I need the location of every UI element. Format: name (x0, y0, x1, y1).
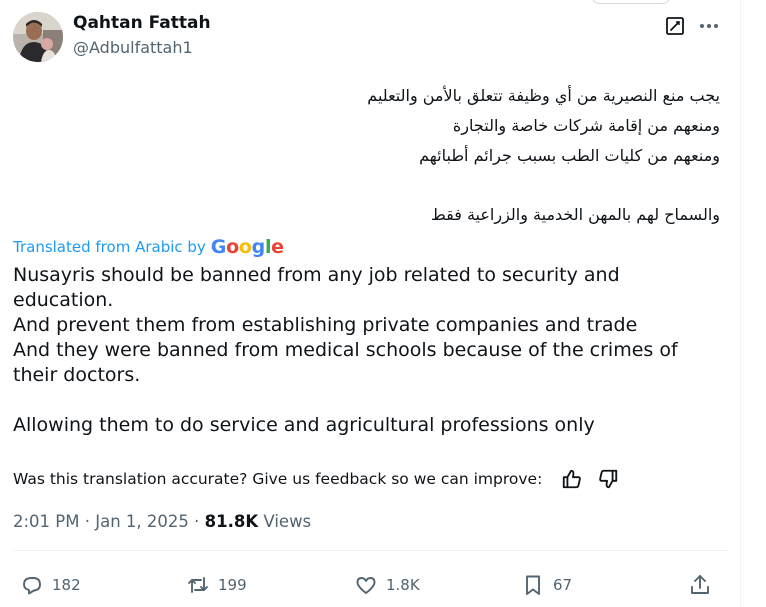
share-icon (691, 575, 709, 594)
repost-icon (188, 577, 208, 593)
heart-icon (356, 577, 376, 594)
tweet-page: Qahtan Fattah @Adbulfattah1 يجب منع النص… (0, 0, 766, 607)
author-handle[interactable]: @Adbulfattah1 (73, 38, 193, 57)
repost-count: 199 (218, 576, 247, 594)
arabic-line: ومنعهم من كليات الطب بسبب جرائم أطبائهم (419, 146, 720, 165)
views-count: 81.8K (204, 512, 259, 531)
translation-line: their doctors. (13, 364, 141, 386)
tweet-time[interactable]: 2:01 PM (13, 512, 79, 531)
grok-icon[interactable] (664, 15, 686, 37)
thumbs-up-icon[interactable] (561, 468, 583, 490)
bookmark-count: 67 (553, 576, 573, 594)
arabic-line: ومنعهم من إقامة شركات خاصة والتجارة (452, 116, 720, 135)
reply-icon (23, 577, 41, 595)
meta-separator: · (84, 512, 90, 531)
translation-feedback-prompt: Was this translation accurate? Give us f… (13, 470, 543, 488)
share-button[interactable] (688, 572, 712, 598)
arabic-line: والسماح لهم بالمهن الخدمية والزراعية فقط (430, 205, 720, 224)
like-count: 1.8K (386, 576, 420, 594)
thumbs-down-icon[interactable] (597, 468, 619, 490)
translated-from-label[interactable]: Translated from Arabic by Google (13, 236, 284, 258)
divider (13, 550, 728, 551)
views-label: Views (263, 512, 312, 531)
avatar-image (13, 12, 63, 62)
translation-line: And prevent them from establishing priva… (13, 314, 638, 336)
repost-button[interactable]: 199 (186, 572, 247, 598)
arabic-line: يجب منع النصيرية من أي وظيفة تتعلق بالأم… (367, 86, 720, 105)
more-dots-icon[interactable] (698, 15, 720, 37)
google-logo: Google (210, 236, 284, 258)
translation-line: Nusayris should be banned from any job r… (13, 264, 620, 286)
bookmark-icon (526, 575, 540, 595)
tweet-date[interactable]: Jan 1, 2025 (95, 512, 189, 531)
translation-line: And they were banned from medical school… (13, 339, 678, 361)
reply-button[interactable]: 182 (20, 572, 81, 598)
meta-separator: · (194, 512, 200, 531)
avatar[interactable] (13, 12, 63, 62)
tweet-meta: 2:01 PM · Jan 1, 2025 · 81.8K Views (13, 512, 311, 531)
column-border (740, 0, 741, 607)
reply-count: 182 (52, 576, 81, 594)
translated-from-text: Translated from Arabic by (13, 238, 206, 256)
like-button[interactable]: 1.8K (354, 572, 420, 598)
author-name[interactable]: Qahtan Fattah (73, 13, 211, 33)
translation-line: Allowing them to do service and agricult… (13, 414, 595, 436)
top-pill-button[interactable] (592, 0, 670, 4)
bookmark-button[interactable]: 67 (521, 572, 572, 598)
translation-line: education. (13, 289, 114, 311)
